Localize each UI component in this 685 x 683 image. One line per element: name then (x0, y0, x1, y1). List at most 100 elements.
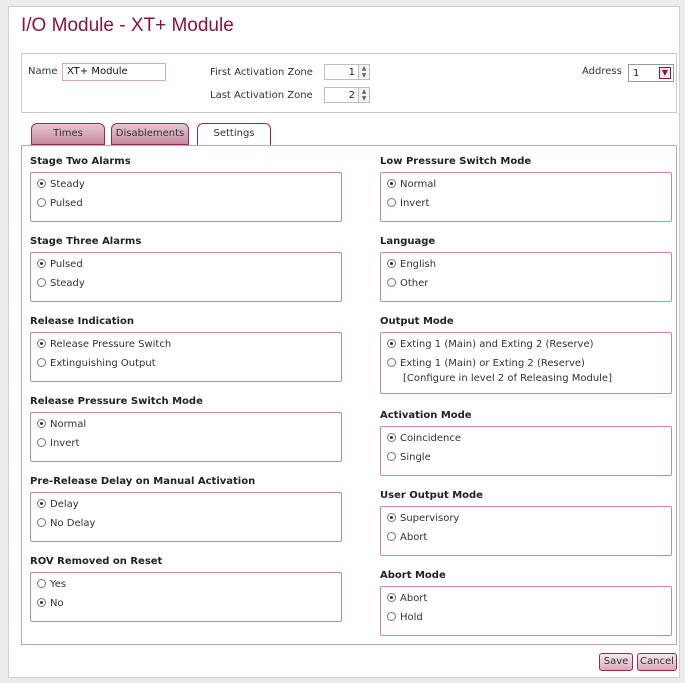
radio-selected-icon[interactable] (387, 433, 396, 442)
radio-group-stage-two-alarms: Steady Pulsed (30, 172, 342, 222)
radio-unselected-icon[interactable] (37, 358, 46, 367)
radio-selected-icon[interactable] (387, 513, 396, 522)
radio-option-hold[interactable]: Hold (387, 612, 423, 623)
radio-option-pulsed[interactable]: Pulsed (37, 198, 83, 209)
radio-option-label: Steady (50, 278, 85, 289)
radio-option-normal[interactable]: Normal (387, 179, 436, 190)
radio-option-supervisory[interactable]: Supervisory (387, 513, 459, 524)
group-title-rov-removed-on-reset: ROV Removed on Reset (30, 556, 163, 567)
radio-unselected-icon[interactable] (387, 612, 396, 621)
first-zone-arrows[interactable]: ▲ ▼ (358, 65, 369, 79)
cancel-button[interactable]: Cancel (637, 653, 677, 671)
radio-option-label: Invert (50, 438, 80, 449)
radio-unselected-icon[interactable] (37, 518, 46, 527)
radio-option-label: No (50, 598, 64, 609)
window-title: I/O Module - XT+ Module (21, 15, 234, 36)
io-module-window: I/O Module - XT+ Module Name XT+ Module … (8, 6, 680, 678)
tab-times[interactable]: Times (31, 123, 105, 145)
radio-selected-icon[interactable] (37, 179, 46, 188)
radio-option-label: Exting 1 (Main) or Exting 2 (Reserve) (400, 358, 585, 369)
name-field[interactable]: XT+ Module (62, 63, 166, 81)
radio-option-coincidence[interactable]: Coincidence (387, 433, 461, 444)
down-arrow-icon[interactable]: ▼ (359, 95, 369, 102)
radio-option-yes[interactable]: Yes (37, 579, 66, 590)
radio-selected-icon[interactable] (387, 179, 396, 188)
last-zone-arrows[interactable]: ▲ ▼ (358, 88, 369, 102)
up-arrow-icon[interactable]: ▲ (359, 65, 369, 72)
down-arrow-icon[interactable]: ▼ (359, 72, 369, 79)
radio-option-invert[interactable]: Invert (37, 438, 79, 449)
chevron-down-icon[interactable]: ▼ (659, 67, 671, 79)
radio-selected-icon[interactable] (37, 259, 46, 268)
radio-group-rov-removed-on-reset: Yes No (30, 572, 342, 622)
radio-unselected-icon[interactable] (37, 278, 46, 287)
name-label: Name (28, 66, 58, 77)
radio-unselected-icon[interactable] (387, 198, 396, 207)
radio-option-label: Pulsed (50, 259, 83, 270)
save-button[interactable]: Save (599, 653, 633, 671)
last-zone-label: Last Activation Zone (210, 90, 313, 101)
radio-option-pulsed[interactable]: Pulsed (37, 259, 83, 270)
radio-group-low-pressure-switch-mode: Normal Invert (380, 172, 672, 222)
radio-unselected-icon[interactable] (37, 198, 46, 207)
radio-unselected-icon[interactable] (387, 452, 396, 461)
last-zone-stepper[interactable]: 2 ▲ ▼ (324, 87, 370, 103)
radio-option-label: Release Pressure Switch (50, 339, 172, 350)
radio-selected-icon[interactable] (37, 419, 46, 428)
radio-option-release-pressure-switch[interactable]: Release Pressure Switch (37, 339, 171, 350)
radio-selected-icon[interactable] (37, 499, 46, 508)
radio-option-exting-1-main-or-exting-2-reserve[interactable]: Exting 1 (Main) or Exting 2 (Reserve) (387, 358, 585, 369)
radio-unselected-icon[interactable] (387, 278, 396, 287)
radio-group-release-pressure-switch-mode: Normal Invert (30, 412, 342, 462)
group-title-user-output-mode: User Output Mode (380, 490, 483, 501)
group-title-activation-mode: Activation Mode (380, 410, 472, 421)
radio-option-label: Extinguishing Output (50, 358, 156, 369)
radio-option-label: Abort (400, 532, 428, 543)
radio-option-single[interactable]: Single (387, 452, 431, 463)
radio-option-label: Abort (400, 593, 428, 604)
output-mode-note: [Configure in level 2 of Releasing Modul… (403, 373, 612, 384)
radio-option-label: Delay (50, 499, 79, 510)
radio-option-delay[interactable]: Delay (37, 499, 79, 510)
radio-option-steady[interactable]: Steady (37, 278, 85, 289)
radio-unselected-icon[interactable] (387, 532, 396, 541)
radio-group-output-mode: Exting 1 (Main) and Exting 2 (Reserve) Ex… (380, 332, 672, 394)
radio-unselected-icon[interactable] (387, 358, 396, 367)
radio-option-label: Single (400, 452, 431, 463)
radio-option-no[interactable]: No (37, 598, 64, 609)
radio-option-exting-1-main-and-exting-2-reserve[interactable]: Exting 1 (Main) and Exting 2 (Reserve) (387, 339, 594, 350)
tab-settings[interactable]: Settings (197, 123, 271, 147)
group-title-pre-release-delay-on-manual-activation: Pre-Release Delay on Manual Activation (30, 476, 256, 487)
radio-option-normal[interactable]: Normal (37, 419, 86, 430)
radio-selected-icon[interactable] (387, 593, 396, 602)
radio-option-label: Normal (50, 419, 87, 430)
radio-option-abort[interactable]: Abort (387, 593, 427, 604)
radio-unselected-icon[interactable] (37, 438, 46, 447)
group-title-abort-mode: Abort Mode (380, 570, 446, 581)
radio-option-label: Yes (50, 579, 67, 590)
address-label: Address (582, 66, 622, 77)
radio-option-label: Hold (400, 612, 423, 623)
radio-option-no-delay[interactable]: No Delay (37, 518, 95, 529)
radio-option-label: Other (400, 278, 429, 289)
up-arrow-icon[interactable]: ▲ (359, 88, 369, 95)
radio-selected-icon[interactable] (387, 259, 396, 268)
address-select[interactable]: 1 ▼ (628, 64, 674, 82)
first-zone-stepper[interactable]: 1 ▲ ▼ (324, 64, 370, 80)
radio-option-invert[interactable]: Invert (387, 198, 429, 209)
first-zone-label: First Activation Zone (210, 67, 313, 78)
radio-group-abort-mode: Abort Hold (380, 586, 672, 636)
radio-option-steady[interactable]: Steady (37, 179, 85, 190)
radio-selected-icon[interactable] (387, 339, 396, 348)
radio-option-english[interactable]: English (387, 259, 436, 270)
radio-unselected-icon[interactable] (37, 579, 46, 588)
first-zone-value: 1 (348, 67, 355, 78)
radio-option-extinguishing-output[interactable]: Extinguishing Output (37, 358, 156, 369)
radio-selected-icon[interactable] (37, 598, 46, 607)
radio-option-other[interactable]: Other (387, 278, 428, 289)
radio-selected-icon[interactable] (37, 339, 46, 348)
radio-option-abort[interactable]: Abort (387, 532, 427, 543)
tab-disablements[interactable]: Disablements (111, 123, 189, 145)
address-value: 1 (633, 68, 640, 79)
group-title-stage-two-alarms: Stage Two Alarms (30, 156, 131, 167)
